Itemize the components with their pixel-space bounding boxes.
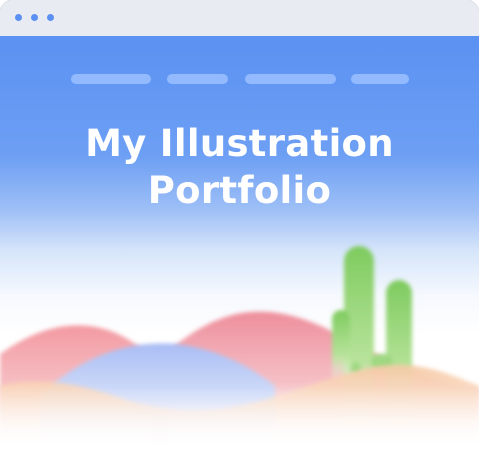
page-title-line-2: Portfolio xyxy=(147,169,332,212)
nav-link-1[interactable] xyxy=(71,74,151,84)
site-nav xyxy=(0,74,479,84)
window-control-dot[interactable] xyxy=(31,14,38,21)
page-title-line-1: My Illustration xyxy=(85,122,394,165)
window-control-dot[interactable] xyxy=(47,14,54,21)
browser-window: My Illustration Portfolio xyxy=(0,0,479,454)
desert-illustration xyxy=(0,246,479,454)
browser-titlebar xyxy=(0,0,479,36)
nav-link-3[interactable] xyxy=(245,74,336,84)
nav-link-2[interactable] xyxy=(167,74,228,84)
window-control-dot[interactable] xyxy=(15,14,22,21)
page-title: My Illustration Portfolio xyxy=(0,120,479,214)
nav-link-4[interactable] xyxy=(351,74,409,84)
bottom-fade xyxy=(0,386,479,454)
hero-section: My Illustration Portfolio xyxy=(0,36,479,454)
